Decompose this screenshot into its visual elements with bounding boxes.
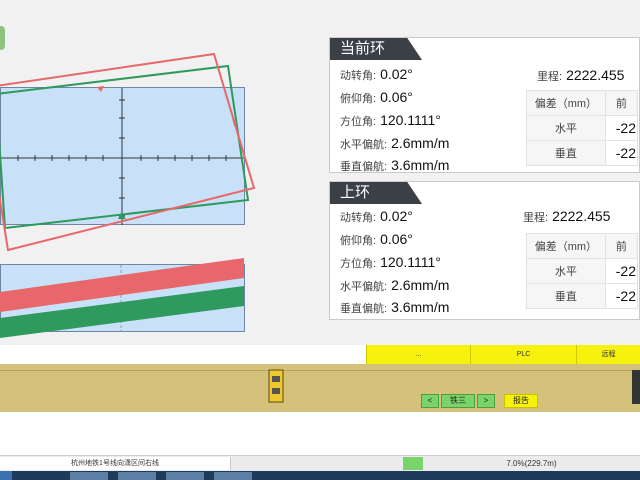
front-header: 前: [604, 90, 639, 116]
report-button[interactable]: 报告: [504, 394, 538, 408]
h-dev-row: 水平偏航: 2.6mm/m: [340, 277, 449, 294]
mileage-value: 2222.455: [566, 67, 625, 83]
azimuth-label: 方位角:: [340, 258, 377, 270]
taskbar-item[interactable]: [166, 472, 204, 480]
h-dev-value: 2.6mm/m: [391, 277, 450, 293]
h-dev-label: 水平偏航:: [340, 139, 388, 151]
deviation-header: 偏差（mm）: [526, 90, 606, 116]
v-dev-value: 3.6mm/m: [391, 299, 450, 315]
v-dev-value: 3.6mm/m: [391, 157, 450, 173]
status-bar: 杭州地铁1号线向潇区间右线 7.0%(229.7m): [0, 455, 640, 472]
deviation-header: 偏差（mm）: [526, 233, 606, 259]
azimuth-value: 120.1111°: [380, 112, 441, 128]
row-label: 水平: [526, 115, 606, 141]
row-value: -22: [604, 115, 639, 141]
prev-button[interactable]: <: [421, 394, 439, 408]
current-ring-panel: 当前环 动转角: 0.02° 俯仰角: 0.06° 方位角: 120.1111° 水平…: [329, 37, 640, 173]
rotation-row: 动转角: 0.02°: [340, 66, 413, 83]
previous-ring-panel: 上环 动转角: 0.02° 俯仰角: 0.06° 方位角: 120.1111° 水平偏…: [329, 181, 640, 320]
row-value: -22: [604, 258, 639, 284]
taskbar: [0, 471, 640, 480]
mileage-label: 里程:: [537, 71, 563, 83]
row-label: 水平: [526, 258, 606, 284]
row-value: -22: [604, 140, 639, 166]
pitch-label: 俯仰角:: [340, 235, 377, 247]
mileage-label: 里程:: [523, 212, 549, 224]
pitch-row: 俯仰角: 0.06°: [340, 231, 413, 248]
pitch-row: 俯仰角: 0.06°: [340, 89, 413, 106]
lower-area: [0, 412, 640, 455]
rotation-label: 动转角:: [340, 70, 377, 82]
front-header: 前: [604, 233, 639, 259]
tbm-head-icon: [632, 370, 640, 404]
taskbar-item[interactable]: [118, 472, 156, 480]
h-dev-value: 2.6mm/m: [391, 135, 450, 151]
taskbar-item[interactable]: [214, 472, 252, 480]
pitch-value: 0.06°: [380, 89, 413, 105]
v-dev-label: 垂直偏航:: [340, 303, 388, 315]
deviation-table: 偏差（mm）前 水平 -22 垂直 -22: [526, 233, 639, 309]
next-button[interactable]: >: [477, 394, 495, 408]
tbm-icon[interactable]: [267, 368, 285, 404]
plc-button[interactable]: PLC: [470, 345, 576, 364]
azimuth-row: 方位角: 120.1111°: [340, 112, 441, 129]
line-name: 杭州地铁1号线向潇区间右线: [0, 457, 231, 470]
v-dev-label: 垂直偏航:: [340, 161, 388, 173]
more-button[interactable]: ...: [366, 345, 470, 364]
h-dev-label: 水平偏航:: [340, 281, 388, 293]
h-dev-row: 水平偏航: 2.6mm/m: [340, 135, 449, 152]
row-label: 垂直: [526, 140, 606, 166]
panel-title: 当前环: [330, 38, 422, 60]
start-icon[interactable]: [0, 471, 12, 480]
deviation-table: 偏差（mm）前 水平 -22 垂直 -22: [526, 90, 639, 166]
row-value: -22: [604, 283, 639, 309]
pitch-label: 俯仰角:: [340, 93, 377, 105]
rotation-row: 动转角: 0.02°: [340, 208, 413, 225]
progress-fill: [403, 457, 423, 470]
azimuth-row: 方位角: 120.1111°: [340, 254, 441, 271]
azimuth-value: 120.1111°: [380, 254, 441, 270]
row-label: 垂直: [526, 283, 606, 309]
v-dev-row: 垂直偏航: 3.6mm/m: [340, 157, 449, 174]
mileage: 里程: 2222.455: [537, 67, 624, 84]
progress-text: 7.0%(229.7m): [506, 459, 557, 468]
azimuth-label: 方位角:: [340, 116, 377, 128]
tunnel-track: [0, 364, 640, 412]
track-line: [0, 370, 640, 371]
taskbar-item[interactable]: [70, 472, 108, 480]
rotation-value: 0.02°: [380, 208, 413, 224]
mileage: 里程: 2222.455: [523, 208, 610, 225]
mileage-value: 2222.455: [552, 208, 611, 224]
remote-button[interactable]: 远程: [576, 345, 640, 364]
operator-name[interactable]: 铁三: [441, 394, 475, 408]
v-dev-row: 垂直偏航: 3.6mm/m: [340, 299, 449, 316]
panel-title: 上环: [330, 182, 422, 204]
rotation-value: 0.02°: [380, 66, 413, 82]
rotation-label: 动转角:: [340, 212, 377, 224]
pitch-value: 0.06°: [380, 231, 413, 247]
